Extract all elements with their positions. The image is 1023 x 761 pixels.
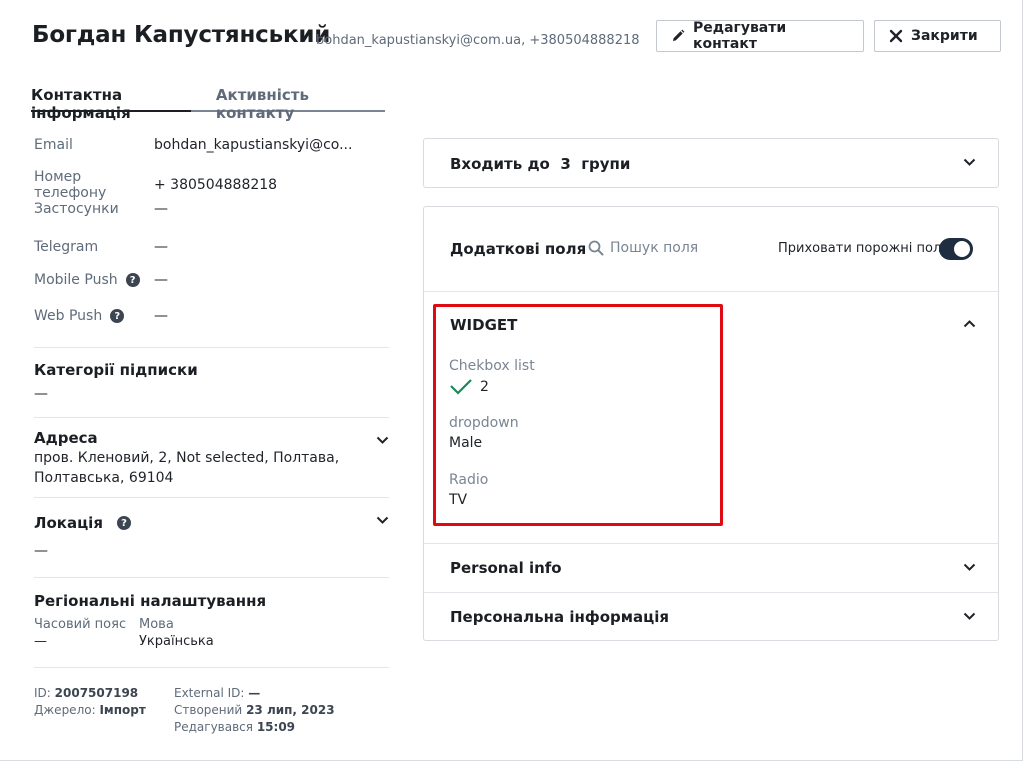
divider	[34, 497, 389, 498]
subscriptions-value: —	[34, 386, 48, 402]
radio-label: Radio	[449, 472, 489, 488]
timezone-value: —	[34, 634, 47, 649]
chevron-down-icon[interactable]	[963, 563, 976, 572]
divider	[34, 417, 389, 418]
meta-left: ID: 2007507198 Джерело: Імпорт	[34, 685, 146, 719]
apps-row: Застосунки —	[34, 201, 168, 217]
groups-prefix: Входить до	[450, 155, 550, 173]
dropdown-label: dropdown	[449, 415, 519, 431]
edited-label: Редагувався	[174, 720, 253, 734]
web-push-value: —	[154, 308, 168, 324]
apps-value: —	[154, 201, 168, 217]
address-line-1: пров. Кленовий, 2, Not selected, Полтава…	[34, 450, 340, 466]
chevron-down-icon[interactable]	[963, 612, 976, 621]
groups-count: 3	[560, 155, 571, 173]
language-value: Українська	[139, 634, 214, 649]
hide-empty-toggle[interactable]	[939, 238, 973, 260]
created-label: Створений	[174, 703, 243, 717]
source-value: Імпорт	[99, 703, 146, 717]
divider	[424, 291, 998, 292]
edit-contact-button[interactable]: Редагувати контакт	[656, 20, 864, 52]
divider	[34, 667, 389, 668]
personal-info-en-title[interactable]: Personal info	[450, 559, 562, 577]
extra-fields-card: Додаткові поля Приховати порожні поля WI…	[423, 206, 999, 641]
phone-value[interactable]: + 380504888218	[154, 177, 277, 193]
tab-contact-activity[interactable]: Активність контакту	[216, 85, 360, 122]
chevron-up-icon[interactable]	[963, 319, 976, 328]
email-row: Email bohdan_kapustianskyi@co...	[34, 137, 352, 153]
divider	[424, 592, 998, 593]
external-id-value: —	[248, 686, 261, 700]
help-icon[interactable]: ?	[110, 309, 125, 323]
web-push-label: Web Push	[34, 308, 103, 324]
chevron-down-icon[interactable]	[963, 158, 976, 167]
email-value[interactable]: bohdan_kapustianskyi@co...	[154, 137, 352, 153]
personal-info-ua-title[interactable]: Персональна інформація	[450, 608, 669, 626]
location-header: Локація ?	[34, 514, 131, 532]
created-value: 23 лип, 2023	[246, 703, 335, 717]
groups-suffix: групи	[581, 155, 631, 173]
divider	[34, 347, 389, 348]
divider	[424, 543, 998, 544]
mobile-push-label: Mobile Push	[34, 272, 118, 288]
address-title: Адреса	[34, 429, 98, 447]
checkbox-list-value: 2	[449, 378, 489, 396]
external-id-label: External ID:	[174, 686, 245, 700]
page-title: Богдан Капустянський	[32, 22, 331, 48]
edit-contact-label: Редагувати контакт	[693, 20, 787, 52]
timezone-label: Часовий пояс	[34, 617, 127, 632]
telegram-label: Telegram	[34, 239, 99, 255]
address-line-2: Полтавська, 69104	[34, 470, 174, 486]
checkmark-icon	[450, 379, 472, 395]
close-label: Закрити	[911, 28, 978, 44]
radio-value: TV	[449, 492, 468, 508]
widget-group-title: WIDGET	[450, 316, 518, 334]
pencil-icon	[671, 29, 685, 43]
help-icon[interactable]: ?	[125, 273, 140, 287]
mobile-push-row: Mobile Push? —	[34, 272, 168, 288]
groups-text: Входить до 3 групи	[450, 155, 630, 173]
phone-label: Номер телефону	[34, 169, 107, 201]
meta-right: External ID: — Створений 23 лип, 2023 Ре…	[174, 685, 335, 736]
extra-fields-title: Додаткові поля	[450, 240, 587, 258]
toggle-knob	[954, 241, 970, 257]
edited-value: 15:09	[256, 720, 296, 734]
web-push-row: Web Push? —	[34, 308, 168, 324]
location-title: Локація	[34, 514, 103, 532]
location-value: —	[34, 543, 48, 559]
tab-contact-info[interactable]: Контактна інформація	[31, 85, 191, 122]
source-label: Джерело:	[34, 703, 96, 717]
chevron-down-icon[interactable]	[376, 516, 389, 525]
divider	[34, 577, 389, 578]
id-label: ID:	[34, 686, 51, 700]
mobile-push-value: —	[154, 272, 168, 288]
checkbox-list-label: Chekbox list	[449, 358, 535, 374]
close-button[interactable]: Закрити	[874, 20, 1001, 52]
field-search-input[interactable]	[610, 240, 750, 256]
dropdown-value: Male	[449, 435, 483, 451]
subscriptions-title: Категорії підписки	[34, 361, 198, 379]
regional-title: Регіональні налаштування	[34, 592, 267, 610]
id-value: 2007507198	[54, 686, 139, 700]
groups-card[interactable]: Входить до 3 групи	[423, 138, 999, 188]
telegram-value: —	[154, 239, 168, 255]
contact-summary: bohdan_kapustianskyi@com.ua, +3805048882…	[316, 33, 640, 48]
search-icon	[588, 240, 604, 256]
hide-empty-label: Приховати порожні поля	[778, 241, 950, 256]
field-search	[588, 240, 750, 256]
email-label: Email	[34, 137, 73, 153]
chevron-down-icon[interactable]	[376, 436, 389, 445]
apps-label: Застосунки	[34, 201, 119, 217]
checkbox-list-count: 2	[480, 379, 489, 395]
tab-bar: Контактна інформація Активність контакту	[31, 85, 385, 122]
telegram-row: Telegram —	[34, 239, 168, 255]
close-icon	[889, 29, 903, 43]
phone-row: Номер телефону + 380504888218	[34, 169, 277, 201]
help-icon[interactable]: ?	[116, 516, 131, 530]
